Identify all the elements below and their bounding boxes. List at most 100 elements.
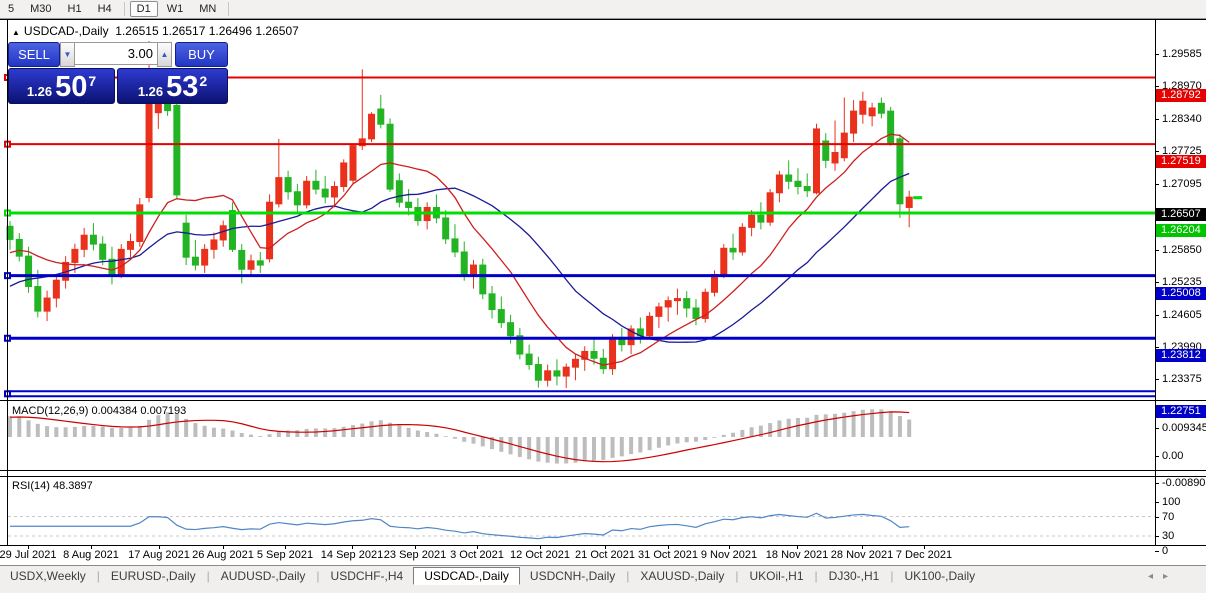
candle-up xyxy=(647,312,653,339)
price-axis-label: 1.27095 xyxy=(1162,178,1202,190)
macd-label: MACD(12,26,9) 0.004384 0.007193 xyxy=(12,405,186,417)
tab-scroll-arrows: ◂▸ xyxy=(1148,571,1178,582)
candle-body xyxy=(786,175,792,181)
sell-button[interactable]: SELL xyxy=(8,42,60,67)
volume-decrease-button[interactable]: ▼ xyxy=(60,42,75,67)
candle-body xyxy=(489,294,495,310)
tab-xauusd-daily[interactable]: XAUUSD-,Daily xyxy=(630,568,734,584)
candle-up xyxy=(851,100,857,142)
candle-up xyxy=(776,171,782,202)
candle-up xyxy=(702,289,708,323)
candle-up xyxy=(767,189,773,226)
sell-price-big: 50 xyxy=(55,73,87,102)
candle-body xyxy=(674,299,680,301)
tab-usdcad-daily[interactable]: USDCAD-,Daily xyxy=(413,567,520,585)
rsi-axis-label: 30 xyxy=(1162,530,1174,542)
macd-signal-line xyxy=(10,412,909,462)
tab-separator: | xyxy=(207,569,210,583)
candle-body xyxy=(341,163,347,187)
candle-up xyxy=(610,334,616,375)
timeframe-button-mn[interactable]: MN xyxy=(192,1,223,17)
tab-eurusd-daily[interactable]: EURUSD-,Daily xyxy=(101,568,206,584)
tab-usdcnh-daily[interactable]: USDCNH-,Daily xyxy=(520,568,625,584)
buy-price-small: 1.26 xyxy=(138,84,163,99)
timeframe-button-w1[interactable]: W1 xyxy=(160,1,191,17)
candle-down xyxy=(489,286,495,318)
candle-down xyxy=(26,247,32,293)
candle-up xyxy=(841,98,847,162)
chart-title: ▲USDCAD-,Daily 1.26515 1.26517 1.26496 1… xyxy=(12,24,299,38)
candle-body xyxy=(452,239,458,252)
candle-body xyxy=(563,367,569,376)
one-click-trading-panel: SELL ▼ ▲ BUY 1.26 50 7 1.26 53 2 xyxy=(8,42,226,119)
tab-usdchf-h4[interactable]: USDCHF-,H4 xyxy=(321,568,414,584)
candle-body xyxy=(647,316,653,335)
rsi-axis-label: 0 xyxy=(1162,545,1168,557)
collapse-arrow-icon[interactable]: ▲ xyxy=(12,28,20,37)
candle-body xyxy=(498,310,504,323)
candle-up xyxy=(545,365,551,387)
tab-uk100-daily[interactable]: UK100-,Daily xyxy=(894,568,985,584)
date-axis-label: 21 Oct 2021 xyxy=(575,549,635,561)
price-badge-1.26204: 1.26204 xyxy=(1156,224,1206,237)
candle-body xyxy=(795,181,801,186)
candle-body xyxy=(508,323,514,336)
timeframe-button-m30[interactable]: M30 xyxy=(23,1,58,17)
timeframe-button-h1[interactable]: H1 xyxy=(61,1,89,17)
timeframe-button-d1[interactable]: D1 xyxy=(130,1,158,17)
candle-body xyxy=(591,351,597,358)
timeframe-button-h4[interactable]: H4 xyxy=(91,1,119,17)
buy-price-sup: 2 xyxy=(199,73,207,89)
candle-up xyxy=(869,103,875,127)
volume-input[interactable] xyxy=(75,42,157,65)
tab-scroll-left-icon[interactable]: ◂ xyxy=(1148,571,1163,582)
candle-body xyxy=(72,249,78,262)
candle-body xyxy=(730,248,736,252)
ohlc-values: 1.26515 1.26517 1.26496 1.26507 xyxy=(115,24,299,38)
tab-ukoil-h1[interactable]: UKOil-,H1 xyxy=(740,568,814,584)
date-axis-label: 17 Aug 2021 xyxy=(128,549,190,561)
candle-body xyxy=(137,205,143,242)
candle-up xyxy=(359,69,365,150)
tab-usdx-weekly[interactable]: USDX,Weekly xyxy=(0,568,96,584)
candle-body xyxy=(545,371,551,380)
candle-down xyxy=(16,233,22,261)
price-axis-tick xyxy=(1155,282,1159,283)
candle-body xyxy=(906,197,912,207)
candle-down xyxy=(90,223,96,250)
macd-axis-tick xyxy=(1155,456,1159,457)
candle-body xyxy=(600,358,606,368)
candle-down xyxy=(313,170,319,195)
price-axis-label: 1.29585 xyxy=(1162,48,1202,60)
buy-price-display[interactable]: 1.26 53 2 xyxy=(117,68,228,104)
chart-tab-bar: USDX,Weekly|EURUSD-,Daily|AUDUSD-,Daily|… xyxy=(0,565,1206,586)
tab-audusd-daily[interactable]: AUDUSD-,Daily xyxy=(211,568,316,584)
tab-scroll-right-icon[interactable]: ▸ xyxy=(1163,571,1178,582)
tab-separator: | xyxy=(316,569,319,583)
candle-down xyxy=(452,224,458,257)
volume-increase-button[interactable]: ▲ xyxy=(157,42,172,67)
candle-up xyxy=(656,303,662,328)
date-axis-label: 9 Nov 2021 xyxy=(701,549,757,561)
macd-axis-label: 0.009345 xyxy=(1162,422,1206,434)
rsi-axis-tick xyxy=(1155,551,1159,552)
candle-down xyxy=(406,189,412,215)
mt4-terminal: 5M30H1H4D1W1MN ▲USDCAD-,Daily 1.26515 1.… xyxy=(0,0,1206,593)
rsi-axis-tick xyxy=(1155,536,1159,537)
date-axis-label: 28 Nov 2021 xyxy=(831,549,893,561)
candle-body xyxy=(684,299,690,308)
candle-body xyxy=(712,274,718,292)
candle-up xyxy=(276,139,282,208)
toolbar-separator xyxy=(124,2,125,16)
macd-axis-label: 0.00 xyxy=(1162,450,1183,462)
buy-button[interactable]: BUY xyxy=(175,42,228,67)
candle-body xyxy=(220,226,226,240)
candle-down xyxy=(823,133,829,168)
timeframe-button-5[interactable]: 5 xyxy=(1,1,21,17)
price-axis-label: 1.24605 xyxy=(1162,309,1202,321)
candle-body xyxy=(192,257,198,265)
date-axis-label: 31 Oct 2021 xyxy=(638,549,698,561)
sell-price-display[interactable]: 1.26 50 7 xyxy=(8,68,115,104)
tab-dj30-h1[interactable]: DJ30-,H1 xyxy=(819,568,890,584)
candle-up xyxy=(220,221,226,247)
